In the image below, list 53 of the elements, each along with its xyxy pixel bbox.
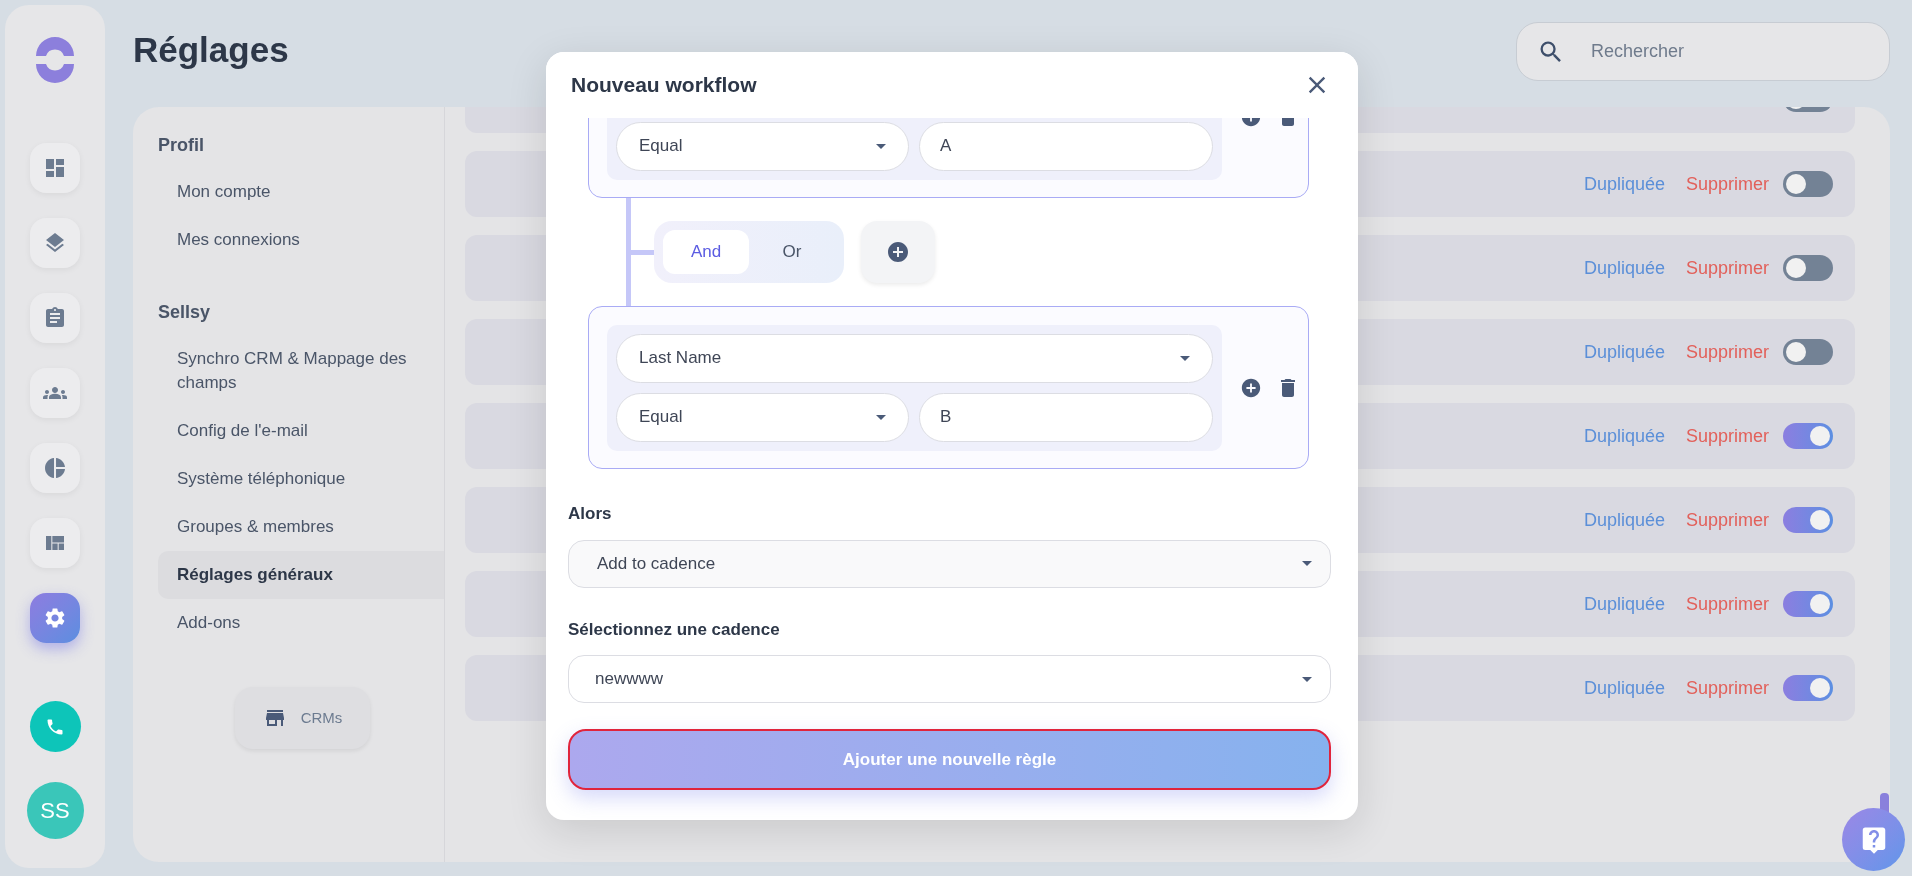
nav-item[interactable]: Réglages généraux [158, 551, 444, 599]
toggle-switch[interactable] [1783, 339, 1833, 365]
rail-button[interactable] [30, 143, 80, 193]
field-label: Alors [568, 503, 613, 525]
toggle-switch[interactable] [1783, 171, 1833, 197]
caret-icon [1302, 676, 1312, 682]
rail-button[interactable] [30, 293, 80, 343]
rail-button[interactable] [30, 218, 80, 268]
rail-button[interactable] [30, 518, 80, 568]
search-input[interactable]: Rechercher [1591, 38, 1841, 65]
crms-button[interactable]: CRMs [235, 687, 370, 749]
pie-chart-icon [43, 456, 67, 480]
toggle-switch[interactable] [1783, 255, 1833, 281]
nav-item[interactable]: Config de l'e-mail [158, 407, 444, 455]
caret-icon [876, 414, 886, 420]
nav-item[interactable]: Groupes & membres [158, 503, 444, 551]
nav-heading: Profil [158, 134, 205, 156]
add-icon[interactable] [1240, 376, 1262, 399]
field-select[interactable]: Last Name [616, 333, 1213, 383]
clipboard-icon [43, 306, 67, 330]
caret-icon [1180, 355, 1190, 361]
dashboard-icon [43, 156, 67, 180]
cadence-select[interactable]: newwww [568, 655, 1331, 703]
add-group-button[interactable] [861, 221, 935, 283]
call-button[interactable] [29, 701, 81, 752]
dialog-title: Nouveau workflow [571, 72, 757, 99]
nav-heading: Sellsy [158, 301, 212, 323]
toggle-switch[interactable] [1783, 507, 1833, 533]
nav-item[interactable]: Synchro CRM & Mappage des champs [158, 335, 444, 407]
nav-item[interactable]: Système téléphonique [158, 455, 444, 503]
nav-item[interactable]: Mes connexions [158, 216, 444, 264]
toggle-switch[interactable] [1783, 675, 1833, 701]
toggle-switch[interactable] [1783, 591, 1833, 617]
toggle-switch[interactable] [1783, 423, 1833, 449]
field-label: Sélectionnez une cadence [568, 618, 781, 641]
nav-item[interactable]: Mon compte [158, 168, 444, 216]
search-field[interactable]: Rechercher [1516, 22, 1890, 81]
operator-select[interactable]: Equal [616, 392, 909, 442]
logic-tab[interactable]: Or [749, 230, 835, 274]
rail-button[interactable] [30, 593, 80, 643]
rail-button[interactable] [30, 443, 80, 493]
add-icon [886, 240, 910, 264]
logic-tab[interactable]: And [663, 230, 749, 274]
caret-icon [876, 143, 886, 149]
nav-item[interactable]: Add-ons [158, 599, 444, 647]
action-select[interactable]: Add to cadence [568, 539, 1331, 588]
value-field[interactable]: A [919, 121, 1213, 171]
caret-icon [1302, 561, 1312, 566]
settings-icon [43, 606, 67, 630]
operator-select[interactable]: Equal [616, 121, 909, 171]
value-field[interactable]: B [919, 392, 1213, 442]
rail-button[interactable] [30, 368, 80, 418]
page-title: Réglages [133, 29, 289, 71]
